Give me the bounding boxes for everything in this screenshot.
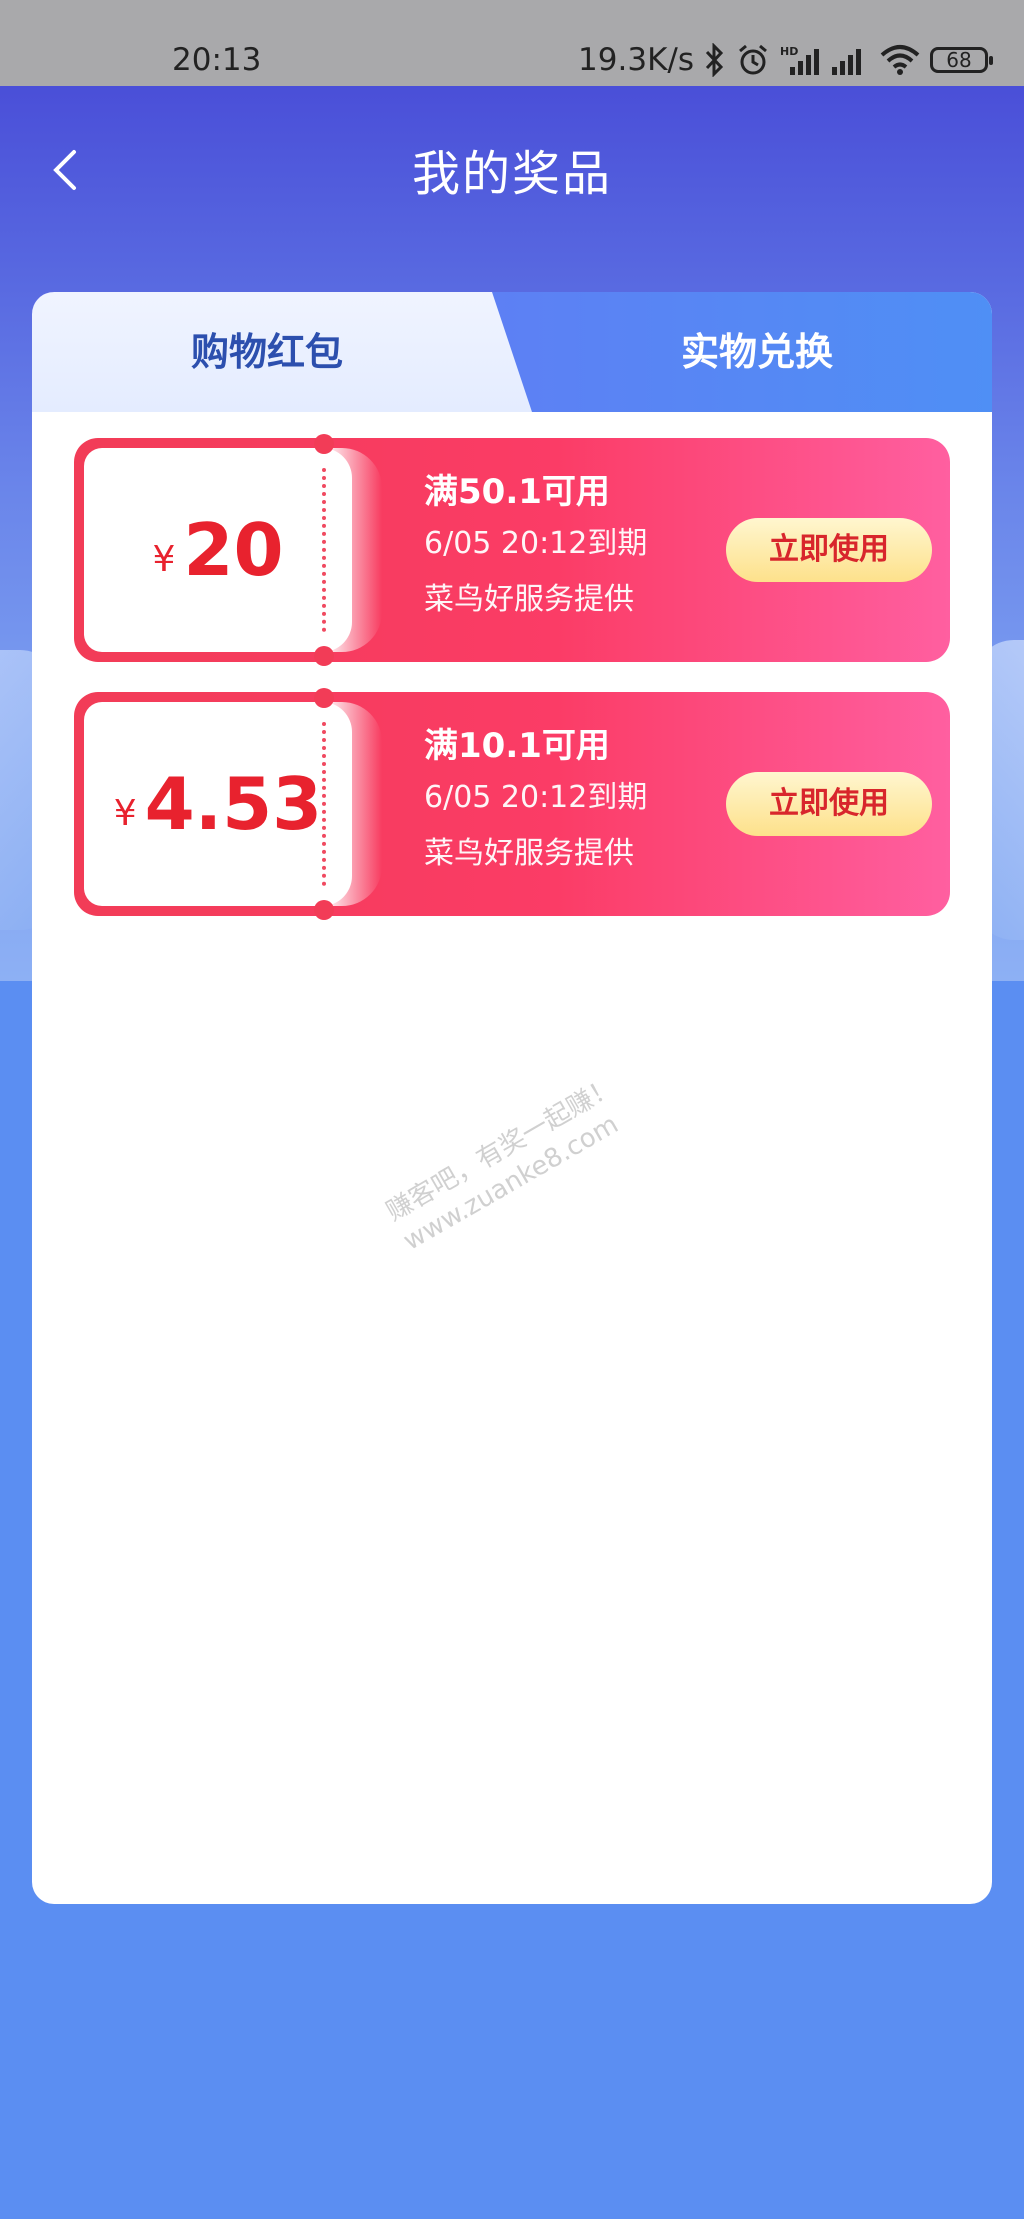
status-time: 20:13 [172, 42, 262, 78]
wifi-icon [880, 43, 920, 77]
coupon-card: ¥ 20 满50.1可用 6/05 20:12到期 菜鸟好服务提供 立即使用 [74, 434, 950, 666]
use-now-button[interactable]: 立即使用 [726, 518, 932, 582]
battery-icon: 68 [930, 47, 993, 73]
amount-value: 20 [183, 508, 284, 592]
coupon-info: 满50.1可用 6/05 20:12到期 菜鸟好服务提供 [424, 472, 647, 620]
tab-physical-exchange[interactable]: 实物兑换 [522, 292, 992, 412]
coupon-info: 满10.1可用 6/05 20:12到期 菜鸟好服务提供 [424, 726, 647, 874]
coupon-condition: 满10.1可用 [424, 726, 610, 766]
tab-bar: 购物红包 实物兑换 [32, 292, 992, 412]
use-now-button[interactable]: 立即使用 [726, 772, 932, 836]
tab-shopping-redpacket[interactable]: 购物红包 [32, 292, 502, 412]
page-title: 我的奖品 [411, 146, 612, 202]
network-speed: 19.3K/s [578, 42, 694, 78]
coupon-expiry: 6/05 20:12到期 [424, 780, 648, 815]
coupon-amount: ¥ 20 [84, 448, 352, 652]
signal-icon [830, 43, 870, 77]
alarm-icon [736, 43, 770, 77]
currency-symbol: ¥ [152, 538, 176, 580]
bluetooth-icon [704, 43, 726, 77]
coupon-source: 菜鸟好服务提供 [424, 582, 634, 617]
coupon-card: ¥ 4.53 满10.1可用 6/05 20:12到期 菜鸟好服务提供 立即使用 [74, 688, 950, 920]
amount-value: 4.53 [144, 762, 323, 846]
currency-symbol: ¥ [113, 792, 137, 834]
coupon-amount: ¥ 4.53 [84, 702, 352, 906]
coupon-condition: 满50.1可用 [424, 472, 610, 512]
signal-hd-icon: HD [780, 43, 820, 77]
coupon-source: 菜鸟好服务提供 [424, 836, 634, 871]
coupon-expiry: 6/05 20:12到期 [424, 526, 648, 561]
prize-card: 购物红包 实物兑换 ¥ 20 满50.1可用 6/05 20:12到期 菜鸟好服… [32, 292, 992, 1904]
status-icons: 19.3K/s HD 68 [578, 42, 993, 78]
status-bar: 20:13 19.3K/s HD 68 [0, 0, 1024, 86]
svg-text:HD: HD [780, 45, 798, 58]
